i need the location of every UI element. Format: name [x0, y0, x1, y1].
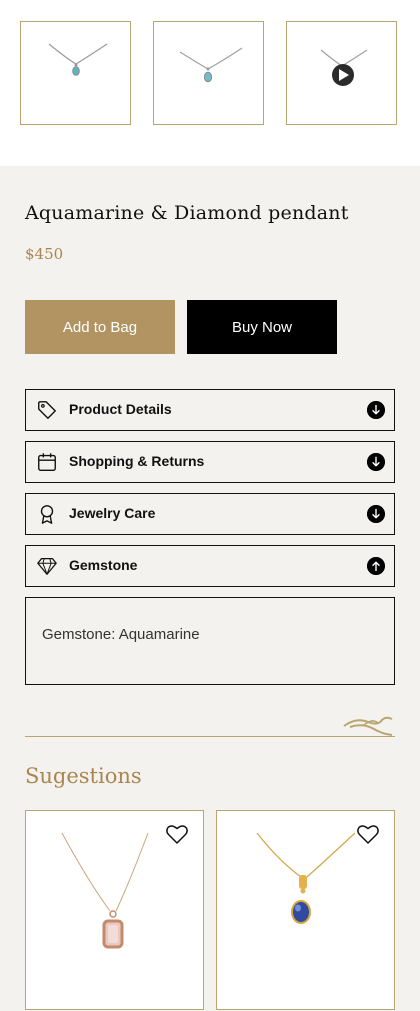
diamond-icon: [37, 558, 57, 575]
suggestion-card-1[interactable]: [25, 810, 204, 1010]
accordion-shopping-returns[interactable]: Shopping & Returns: [25, 441, 395, 483]
add-to-bag-button[interactable]: Add to Bag: [25, 300, 175, 354]
accordion-label: Jewelry Care: [69, 505, 156, 521]
accordion-product-details[interactable]: Product Details: [25, 389, 395, 431]
accordion-jewelry-care[interactable]: Jewelry Care: [25, 493, 395, 535]
thumbnail-gallery: [0, 0, 420, 166]
chevron-down-icon: [367, 453, 385, 471]
suggestions-title: Sugestions: [25, 764, 142, 788]
thumbnail-2[interactable]: [153, 21, 264, 125]
accordion-label: Gemstone: [69, 557, 138, 573]
product-title: Aquamarine & Diamond pendant: [25, 202, 349, 224]
tag-icon: [38, 401, 56, 419]
heart-icon[interactable]: [356, 823, 380, 845]
calendar-icon: [38, 453, 56, 471]
accordion-label: Product Details: [69, 401, 172, 417]
pendant-image: [179, 47, 243, 83]
accordion-label: Shopping & Returns: [69, 453, 205, 469]
buy-now-button[interactable]: Buy Now: [187, 300, 337, 354]
suggestion-card-2[interactable]: [216, 810, 395, 1010]
chevron-down-icon: [367, 505, 385, 523]
pendant-image: [320, 49, 368, 86]
thumbnail-video[interactable]: [286, 21, 397, 125]
heart-icon[interactable]: [165, 823, 189, 845]
ornament-icon: [343, 716, 393, 736]
chevron-down-icon: [367, 401, 385, 419]
chevron-up-icon: [367, 557, 385, 575]
pendant-image: [48, 43, 108, 76]
accordion-gemstone[interactable]: Gemstone: [25, 545, 395, 587]
gemstone-panel: Gemstone: Aquamarine: [25, 597, 395, 685]
product-price: $450: [25, 245, 64, 263]
thumbnail-1[interactable]: [20, 21, 131, 125]
award-icon: [40, 505, 54, 524]
gemstone-text: Gemstone: Aquamarine: [42, 626, 200, 643]
section-divider: [25, 736, 395, 737]
